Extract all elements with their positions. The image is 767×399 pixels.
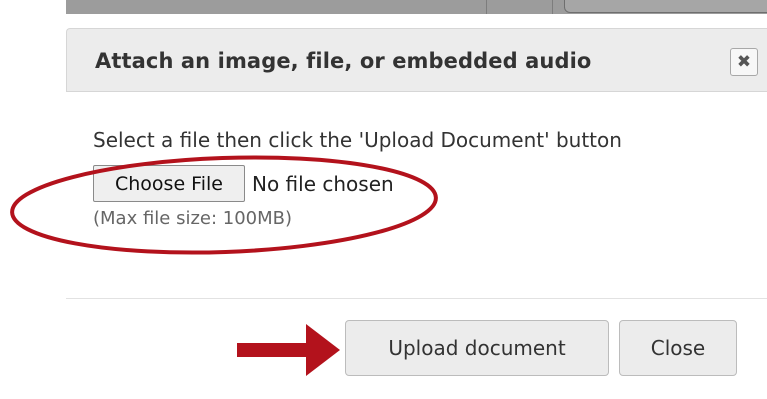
dialog-close-button[interactable]: ✖ [730, 48, 758, 76]
toolbar-separator [552, 0, 553, 14]
background-tab [564, 0, 767, 13]
max-file-size-note: (Max file size: 100MB) [93, 208, 293, 229]
footer-divider [66, 298, 767, 299]
background-page-toolbar [66, 0, 767, 14]
toolbar-separator [486, 0, 487, 14]
screenshot-stage: Attach an image, file, or embedded audio… [0, 0, 767, 399]
choose-file-button[interactable]: Choose File [93, 165, 245, 202]
upload-instruction: Select a file then click the 'Upload Doc… [93, 128, 622, 152]
attach-dialog: Attach an image, file, or embedded audio… [66, 28, 767, 399]
dialog-title: Attach an image, file, or embedded audio [95, 49, 592, 73]
upload-document-button[interactable]: Upload document [345, 320, 609, 376]
dialog-header: Attach an image, file, or embedded audio… [66, 28, 767, 92]
no-file-chosen-label: No file chosen [252, 172, 394, 196]
close-button[interactable]: Close [619, 320, 737, 376]
close-icon: ✖ [736, 52, 752, 72]
